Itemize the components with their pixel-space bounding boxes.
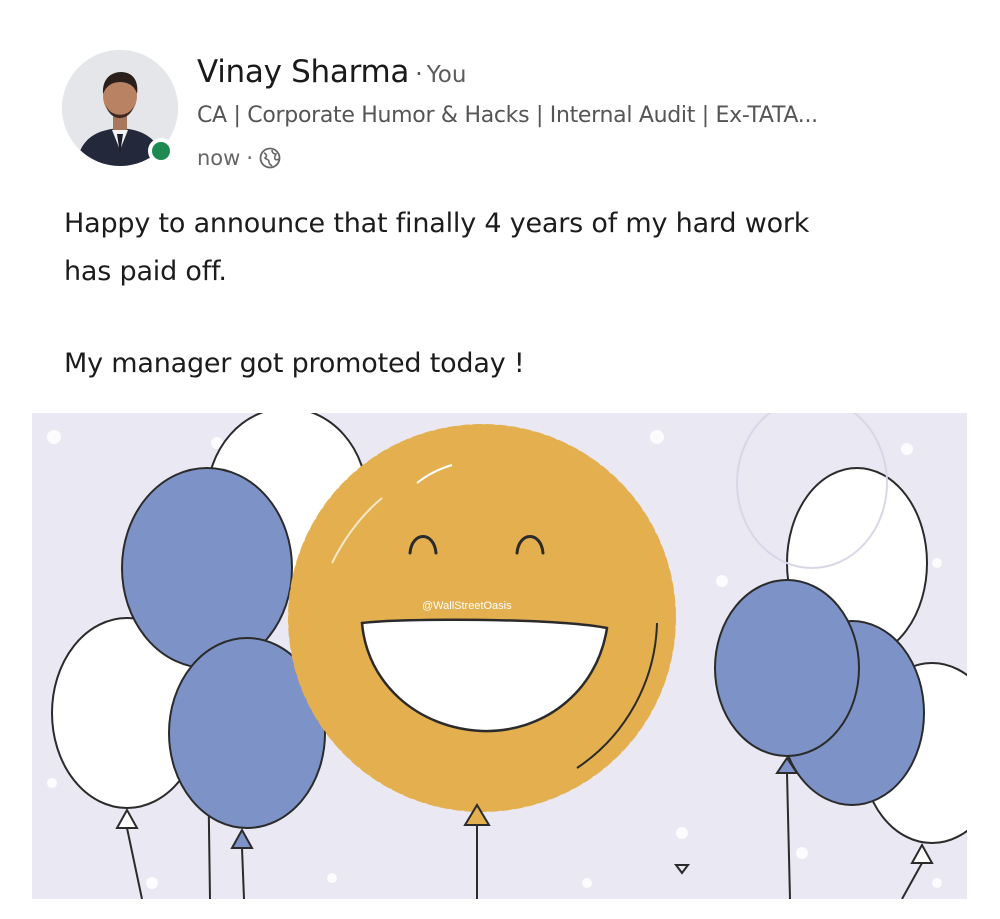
- post-time: now: [197, 146, 241, 170]
- post-text-line-1: Happy to announce that finally 4 years o…: [64, 208, 810, 239]
- separator-dot: ·: [246, 146, 254, 170]
- post-text-line-2: has paid off.: [64, 256, 227, 287]
- globe-icon: [259, 147, 281, 169]
- author-headline: CA | Corporate Humor & Hacks | Internal …: [197, 103, 818, 128]
- linkedin-post: Vinay Sharma · You CA | Corporate Humor & …: [0, 0, 1000, 919]
- author-line: Vinay Sharma · You: [197, 54, 466, 90]
- separator-dot: ·: [415, 60, 423, 88]
- post-image[interactable]: @WallStreetOasis: [32, 413, 967, 899]
- online-status-dot: [148, 138, 174, 164]
- author-name[interactable]: Vinay Sharma: [197, 54, 409, 90]
- author-avatar[interactable]: [62, 50, 178, 166]
- post-text-line-3: My manager got promoted today !: [64, 348, 525, 379]
- author-relation: You: [426, 62, 467, 88]
- watermark-text: @WallStreetOasis: [422, 600, 512, 612]
- post-meta: now ·: [197, 146, 281, 170]
